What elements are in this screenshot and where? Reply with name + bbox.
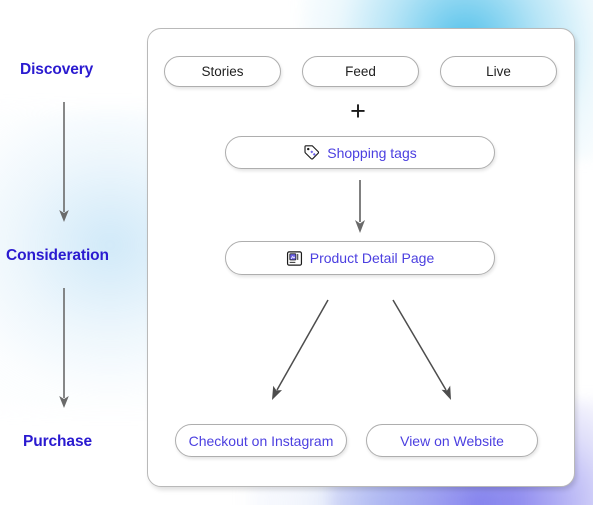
action-label-checkout-on-instagram: Checkout on Instagram — [188, 432, 334, 449]
channel-label-live: Live — [486, 63, 511, 79]
product-page-icon — [286, 250, 303, 267]
action-pill-checkout-on-instagram[interactable]: Checkout on Instagram — [175, 424, 347, 457]
action-label-view-on-website: View on Website — [400, 432, 504, 449]
channel-pill-stories[interactable]: Stories — [164, 56, 281, 87]
funnel-stage-column: Discovery Consideration Purchase — [0, 0, 140, 505]
product-detail-page-label: Product Detail Page — [309, 250, 435, 266]
channel-pill-feed[interactable]: Feed — [302, 56, 419, 87]
price-tag-icon — [303, 144, 320, 161]
stage-label-purchase: Purchase — [23, 433, 92, 450]
stage-arrow-discovery-to-consideration — [59, 102, 69, 222]
action-pill-view-on-website[interactable]: View on Website — [366, 424, 538, 457]
shopping-tags-pill[interactable]: Shopping tags — [225, 136, 495, 169]
product-detail-page-pill[interactable]: Product Detail Page — [225, 241, 495, 275]
channel-pill-live[interactable]: Live — [440, 56, 557, 87]
stage-label-consideration: Consideration — [6, 247, 109, 264]
diagram-canvas: Discovery Consideration Purchase Stories… — [0, 0, 593, 505]
channel-label-feed: Feed — [345, 63, 376, 79]
stage-arrow-consideration-to-purchase — [59, 288, 69, 408]
shopping-tags-label: Shopping tags — [327, 144, 417, 161]
stage-label-discovery: Discovery — [20, 61, 94, 78]
channel-label-stories: Stories — [201, 63, 244, 79]
plus-combiner-symbol: + — [350, 96, 366, 126]
